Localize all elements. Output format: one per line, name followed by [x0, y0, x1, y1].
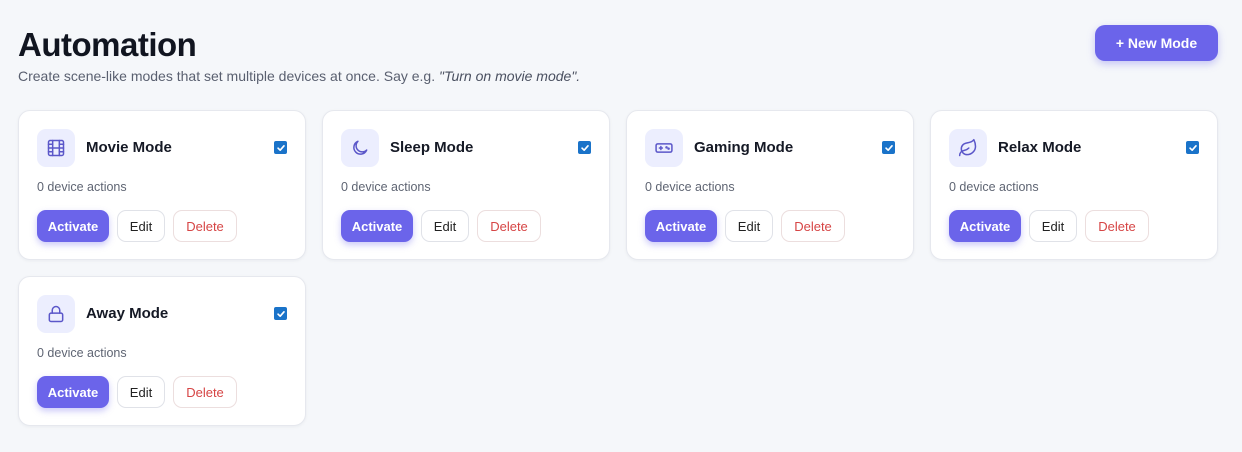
mode-card-gaming: Gaming Mode 0 device actions Activate Ed…	[626, 110, 914, 260]
activate-button[interactable]: Activate	[37, 210, 109, 242]
delete-button[interactable]: Delete	[173, 210, 237, 242]
mode-enabled-checkbox[interactable]	[274, 307, 287, 320]
edit-button[interactable]: Edit	[117, 210, 165, 242]
mode-card-movie: Movie Mode 0 device actions Activate Edi…	[18, 110, 306, 260]
mode-card-relax: Relax Mode 0 device actions Activate Edi…	[930, 110, 1218, 260]
mode-card-sleep: Sleep Mode 0 device actions Activate Edi…	[322, 110, 610, 260]
activate-button[interactable]: Activate	[37, 376, 109, 408]
checkmark-icon	[276, 310, 285, 317]
moon-icon	[341, 129, 379, 167]
mode-title: Movie Mode	[86, 139, 172, 156]
mode-card-away: Away Mode 0 device actions Activate Edit…	[18, 276, 306, 426]
automation-page: Automation Create scene-like modes that …	[0, 0, 1242, 452]
device-actions-count: 0 device actions	[341, 180, 431, 194]
checkmark-icon	[580, 144, 589, 151]
subtitle-text: Create scene-like modes that set multipl…	[18, 68, 436, 84]
device-actions-count: 0 device actions	[37, 180, 127, 194]
page-title: Automation	[18, 26, 197, 63]
edit-button[interactable]: Edit	[1029, 210, 1077, 242]
delete-button[interactable]: Delete	[781, 210, 845, 242]
device-actions-count: 0 device actions	[949, 180, 1039, 194]
new-mode-button[interactable]: + New Mode	[1095, 25, 1218, 61]
gamepad-icon	[645, 129, 683, 167]
activate-button[interactable]: Activate	[949, 210, 1021, 242]
mode-enabled-checkbox[interactable]	[274, 141, 287, 154]
device-actions-count: 0 device actions	[645, 180, 735, 194]
delete-button[interactable]: Delete	[173, 376, 237, 408]
mode-enabled-checkbox[interactable]	[882, 141, 895, 154]
activate-button[interactable]: Activate	[341, 210, 413, 242]
mode-enabled-checkbox[interactable]	[578, 141, 591, 154]
activate-button[interactable]: Activate	[645, 210, 717, 242]
mode-title: Gaming Mode	[694, 139, 794, 156]
delete-button[interactable]: Delete	[1085, 210, 1149, 242]
lock-icon	[37, 295, 75, 333]
mode-enabled-checkbox[interactable]	[1186, 141, 1199, 154]
checkmark-icon	[276, 144, 285, 151]
film-icon	[37, 129, 75, 167]
delete-button[interactable]: Delete	[477, 210, 541, 242]
edit-button[interactable]: Edit	[421, 210, 469, 242]
subtitle-example: "Turn on movie mode".	[439, 68, 581, 84]
page-subtitle: Create scene-like modes that set multipl…	[18, 68, 580, 84]
device-actions-count: 0 device actions	[37, 346, 127, 360]
edit-button[interactable]: Edit	[117, 376, 165, 408]
mode-title: Sleep Mode	[390, 139, 474, 156]
leaf-icon	[949, 129, 987, 167]
mode-title: Relax Mode	[998, 139, 1082, 156]
mode-title: Away Mode	[86, 305, 169, 322]
edit-button[interactable]: Edit	[725, 210, 773, 242]
checkmark-icon	[1188, 144, 1197, 151]
checkmark-icon	[884, 144, 893, 151]
